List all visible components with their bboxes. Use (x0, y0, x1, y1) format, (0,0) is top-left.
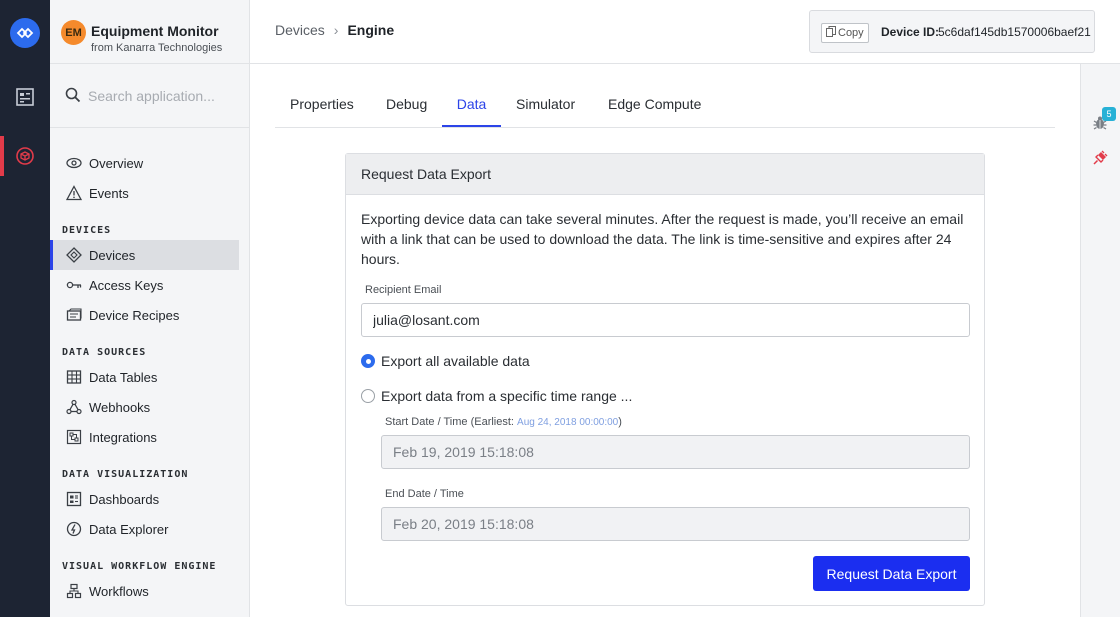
request-data-export-button[interactable]: Request Data Export (813, 556, 970, 591)
search-bar (50, 64, 249, 128)
tab-debug[interactable]: Debug (386, 96, 427, 127)
dashboard-icon (65, 490, 83, 508)
start-date-label-text: Start Date / Time (Earliest: (385, 416, 518, 428)
device-id-label: Device ID: (881, 25, 940, 39)
applications-rail-icon[interactable] (0, 136, 50, 176)
device-id-box: Copy Device ID: 5c6daf145db1570006baef21 (809, 10, 1095, 53)
integration-icon (65, 428, 83, 446)
export-all-option[interactable]: Export all available data (361, 353, 530, 369)
dashboards-rail-icon[interactable] (0, 77, 50, 117)
export-all-radio[interactable] (361, 354, 375, 368)
application-name: Equipment Monitor (91, 23, 219, 39)
request-data-export-panel: Request Data Export Exporting device dat… (345, 153, 985, 606)
recipient-email-label: Recipient Email (365, 284, 442, 296)
copy-label: Copy (838, 27, 864, 39)
application-avatar: EM (61, 20, 86, 45)
sidebar-item-label: Integrations (89, 429, 157, 445)
sidebar-item-label: Webhooks (89, 399, 151, 415)
end-date-field[interactable] (381, 507, 970, 541)
app-rail (0, 0, 50, 617)
sidebar-item-label: Workflows (89, 583, 149, 599)
sidebar-item-dashboards[interactable]: Dashboards (50, 484, 239, 514)
copy-device-id-button[interactable]: Copy (821, 23, 869, 43)
tab-data[interactable]: Data (442, 96, 501, 127)
sidebar-item-webhooks[interactable]: Webhooks (50, 392, 239, 422)
table-icon (65, 368, 83, 386)
losant-logo-icon[interactable] (10, 18, 40, 48)
panel-title: Request Data Export (346, 154, 984, 195)
device-icon (65, 246, 83, 264)
breadcrumb-separator: › (333, 22, 339, 38)
breadcrumb: Devices › Engine (275, 22, 394, 38)
tab-properties[interactable]: Properties (290, 96, 354, 127)
export-all-label: Export all available data (381, 353, 530, 369)
sidebar-item-access-keys[interactable]: Access Keys (50, 270, 239, 300)
sidebar-item-label: Events (89, 185, 129, 201)
search-input[interactable] (88, 84, 238, 108)
device-id-value: 5c6daf145db1570006baef21 (938, 25, 1091, 39)
end-date-label: End Date / Time (385, 488, 464, 500)
tab-edge-compute[interactable]: Edge Compute (608, 96, 701, 127)
start-date-label-close: ) (618, 416, 622, 428)
top-bar: Devices › Engine Copy Device ID: 5c6daf1… (250, 0, 1120, 64)
eye-icon (65, 154, 83, 172)
sidebar-item-label: Dashboards (89, 491, 160, 507)
copy-icon (826, 26, 836, 40)
sidebar-item-overview[interactable]: Overview (50, 148, 239, 178)
sidebar-item-data-explorer[interactable]: Data Explorer (50, 514, 239, 544)
sidebar-item-data-tables[interactable]: Data Tables (50, 362, 239, 392)
key-icon (65, 276, 83, 294)
sidebar-item-device-recipes[interactable]: Device Recipes (50, 300, 239, 330)
breadcrumb-current: Engine (347, 22, 395, 38)
earliest-date-hint: Aug 24, 2018 00:00:00 (517, 417, 619, 428)
section-title-devices: DEVICES (62, 225, 112, 236)
webhook-icon (65, 398, 83, 416)
sidebar-item-label: Access Keys (89, 277, 164, 293)
application-header[interactable]: EM Equipment Monitor from Kanarra Techno… (50, 0, 249, 64)
section-title-data-visualization: DATA VISUALIZATION (62, 469, 189, 480)
workflow-icon (65, 582, 83, 600)
device-tabs: Properties Debug Data Simulator Edge Com… (275, 84, 1055, 128)
export-range-label: Export data from a specific time range .… (381, 388, 633, 404)
explorer-icon (65, 520, 83, 538)
sidebar-item-label: Device Recipes (89, 307, 180, 323)
section-title-data-sources: DATA SOURCES (62, 347, 147, 358)
export-range-option[interactable]: Export data from a specific time range .… (361, 388, 632, 404)
section-title-visual-workflow-engine: VISUAL WORKFLOW ENGINE (62, 561, 217, 572)
tab-simulator[interactable]: Simulator (516, 96, 575, 127)
sidebar-item-events[interactable]: Events (50, 178, 239, 208)
sidebar-item-integrations[interactable]: Integrations (50, 422, 239, 452)
search-icon (65, 87, 81, 108)
start-date-field[interactable] (381, 435, 970, 469)
sidebar-item-label: Devices (89, 247, 136, 263)
start-date-label: Start Date / Time (Earliest: Aug 24, 201… (385, 416, 622, 428)
sidebar-nav: Overview Events DEVICES Devices Access K… (50, 128, 249, 606)
breadcrumb-devices-link[interactable]: Devices (275, 22, 325, 38)
sidebar-item-label: Overview (89, 155, 144, 171)
warning-icon (65, 184, 83, 202)
recipe-icon (65, 306, 83, 324)
debug-count-badge: 5 (1102, 107, 1116, 121)
sidebar-item-workflows[interactable]: Workflows (50, 576, 239, 606)
sidebar: EM Equipment Monitor from Kanarra Techno… (50, 0, 250, 617)
sidebar-item-label: Data Explorer (89, 521, 169, 537)
right-rail: 5 (1080, 64, 1120, 617)
sidebar-item-label: Data Tables (89, 369, 158, 385)
export-range-radio[interactable] (361, 389, 375, 403)
organization-name: from Kanarra Technologies (91, 42, 223, 54)
disconnect-plug-icon[interactable] (1092, 150, 1108, 171)
export-description: Exporting device data can take several m… (361, 211, 964, 267)
sidebar-item-devices[interactable]: Devices (50, 240, 239, 270)
recipient-email-field[interactable] (361, 303, 970, 337)
